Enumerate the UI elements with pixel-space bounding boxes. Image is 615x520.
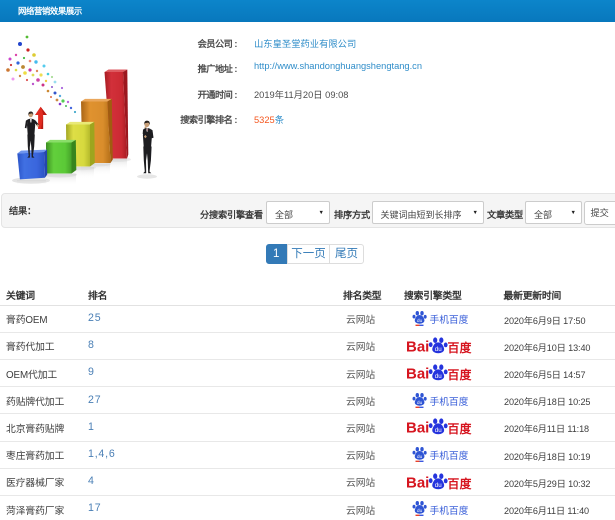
- svg-text:Bai: Bai: [406, 474, 429, 491]
- svg-text:百度: 百度: [448, 341, 472, 355]
- svg-text:du: du: [417, 400, 423, 405]
- svg-text:du: du: [417, 508, 423, 513]
- svg-text:du: du: [435, 346, 442, 353]
- svg-text:百度: 百度: [448, 477, 472, 491]
- svg-text:du: du: [435, 373, 442, 380]
- svg-text:du: du: [435, 482, 442, 489]
- svg-text:du: du: [435, 428, 442, 435]
- svg-text:百度: 百度: [448, 422, 472, 436]
- svg-text:Bai: Bai: [406, 366, 429, 383]
- svg-text:du: du: [417, 454, 423, 459]
- svg-text:百度: 百度: [448, 368, 472, 382]
- svg-text:du: du: [417, 318, 423, 323]
- svg-text:Bai: Bai: [406, 420, 429, 437]
- svg-text:Bai: Bai: [406, 338, 429, 355]
